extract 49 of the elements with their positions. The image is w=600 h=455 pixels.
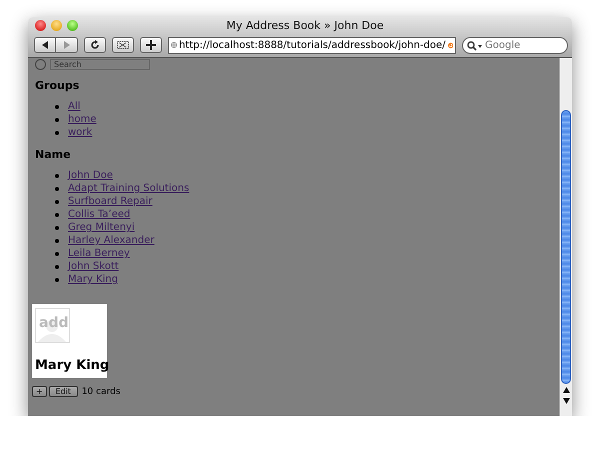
scrollbar[interactable]: [559, 58, 572, 416]
bullet-icon: [55, 238, 59, 242]
bullet-icon: [55, 186, 59, 190]
contact-link[interactable]: Mary King: [68, 273, 118, 286]
contact-link[interactable]: John Skott: [68, 260, 119, 273]
group-link[interactable]: work: [68, 126, 92, 139]
group-link[interactable]: home: [68, 113, 96, 126]
contact-link[interactable]: Surfboard Repair: [68, 195, 152, 208]
reload-button[interactable]: [84, 37, 106, 53]
reload-icon: [90, 40, 100, 50]
contact-link[interactable]: Leila Berney: [68, 247, 130, 260]
search-field[interactable]: Google: [462, 36, 568, 54]
add-bookmark-button[interactable]: [140, 37, 162, 53]
section-heading: Name: [35, 148, 72, 161]
bullet-icon: [55, 104, 59, 108]
scroll-down-arrow-icon[interactable]: [562, 398, 570, 404]
plus-icon: [146, 40, 156, 50]
bullet-icon: [55, 118, 59, 122]
bullet-icon: [55, 278, 59, 282]
contact-link[interactable]: John Doe: [68, 169, 113, 182]
back-arrow-icon: [41, 41, 49, 49]
contact-link[interactable]: Collis Ta’eed: [68, 208, 130, 221]
window-title: My Address Book » John Doe: [225, 19, 385, 32]
bullet-icon: [55, 200, 59, 204]
card-count: 10 cards: [82, 387, 120, 397]
search-field[interactable]: Search: [50, 59, 150, 70]
edit-button[interactable]: Edit: [48, 386, 78, 397]
group-link[interactable]: All: [68, 100, 80, 113]
contact-name: Mary King: [35, 358, 107, 373]
bullet-icon: [55, 252, 59, 256]
snippet-button[interactable]: [112, 37, 134, 53]
section-heading: Groups: [35, 79, 80, 92]
bullet-icon: [55, 226, 59, 230]
close-button[interactable]: [35, 20, 46, 31]
bullet-icon: [55, 264, 59, 268]
globe-icon: [171, 39, 177, 51]
back-button[interactable]: [34, 37, 56, 53]
contact-link[interactable]: Adapt Training Solutions: [68, 182, 190, 195]
address-field[interactable]: http://localhost:8888/tutorials/addressbook/john-doe/: [168, 36, 456, 54]
contact-link[interactable]: Greg Miltenyi: [68, 221, 135, 234]
bullet-icon: [55, 212, 59, 216]
scroll-up-arrow-icon[interactable]: [562, 387, 570, 393]
photo-placeholder[interactable]: add: [35, 308, 70, 343]
contact-link[interactable]: Harley Alexander: [68, 234, 154, 247]
add-button[interactable]: +: [32, 386, 47, 397]
bullet-icon: [55, 130, 59, 134]
forward-arrow-icon: [62, 41, 70, 49]
forward-button[interactable]: [56, 37, 78, 53]
bullet-icon: [55, 174, 59, 178]
